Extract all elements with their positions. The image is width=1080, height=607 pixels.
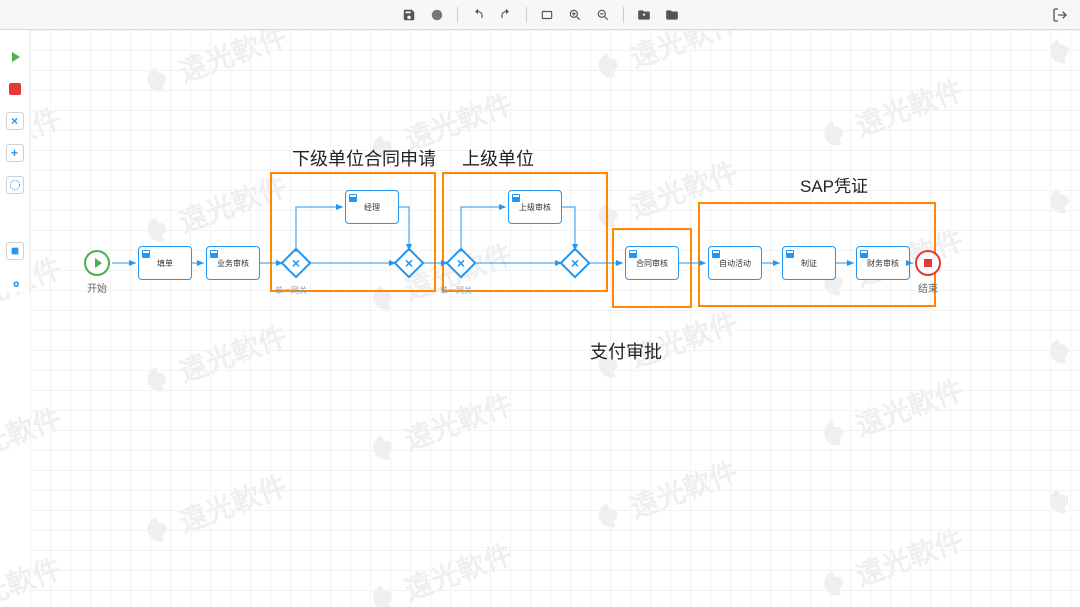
undo-icon[interactable] — [470, 7, 486, 23]
palette-add-icon[interactable]: + — [6, 144, 24, 162]
group-label-upper: 上级单位 — [462, 145, 534, 171]
end-event-label: 结束 — [898, 280, 958, 295]
task-finance-review[interactable]: 财务审核 — [856, 246, 910, 280]
task-label: 业务审核 — [217, 258, 249, 269]
palette-more-icon[interactable] — [6, 176, 24, 194]
palette-properties-icon[interactable] — [6, 242, 24, 260]
task-superior-review[interactable]: 上级审核 — [508, 190, 562, 224]
save-icon[interactable] — [401, 7, 417, 23]
palette-run-icon[interactable] — [6, 48, 24, 66]
zoom-out-icon[interactable] — [595, 7, 611, 23]
bpmn-diagram: 下级单位合同申请 上级单位 支付审批 SAP凭证 开始 填单 业务审核 × 单一… — [30, 30, 1080, 607]
task-label: 填单 — [157, 258, 173, 269]
group-label-sap: SAP凭证 — [800, 172, 868, 197]
palette-stop-icon[interactable] — [6, 80, 24, 98]
color-icon[interactable] — [429, 7, 445, 23]
task-label: 财务审核 — [867, 258, 899, 269]
exit-icon[interactable] — [1052, 7, 1068, 23]
task-biz-review[interactable]: 业务审核 — [206, 246, 260, 280]
task-label: 上级审核 — [519, 202, 551, 213]
export-icon[interactable] — [664, 7, 680, 23]
fit-icon[interactable] — [539, 7, 555, 23]
palette-delete-icon[interactable]: × — [6, 112, 24, 130]
top-toolbar — [0, 0, 1080, 30]
zoom-in-icon[interactable] — [567, 7, 583, 23]
task-label: 经理 — [364, 202, 380, 213]
tool-palette: × + — [0, 30, 30, 292]
task-label: 合同审核 — [636, 258, 668, 269]
sequence-flows — [30, 30, 1080, 607]
gateway-1-label: 单一网关 — [275, 285, 307, 296]
start-event-label: 开始 — [67, 280, 127, 295]
task-manager[interactable]: 经理 — [345, 190, 399, 224]
start-event[interactable] — [84, 250, 110, 276]
import-icon[interactable] — [636, 7, 652, 23]
group-label-lower: 下级单位合同申请 — [292, 145, 436, 171]
palette-settings-icon[interactable] — [6, 274, 24, 292]
redo-icon[interactable] — [498, 7, 514, 23]
task-voucher[interactable]: 制证 — [782, 246, 836, 280]
toolbar-divider — [457, 7, 458, 23]
task-label: 制证 — [801, 258, 817, 269]
toolbar-divider — [526, 7, 527, 23]
end-event[interactable] — [915, 250, 941, 276]
toolbar-divider — [623, 7, 624, 23]
task-fill-form[interactable]: 填单 — [138, 246, 192, 280]
task-label: 自动活动 — [719, 258, 751, 269]
group-label-pay: 支付审批 — [590, 338, 662, 364]
task-contract-review[interactable]: 合同审核 — [625, 246, 679, 280]
task-auto-activity[interactable]: 自动活动 — [708, 246, 762, 280]
gateway-3-label: 单一网关 — [440, 285, 472, 296]
